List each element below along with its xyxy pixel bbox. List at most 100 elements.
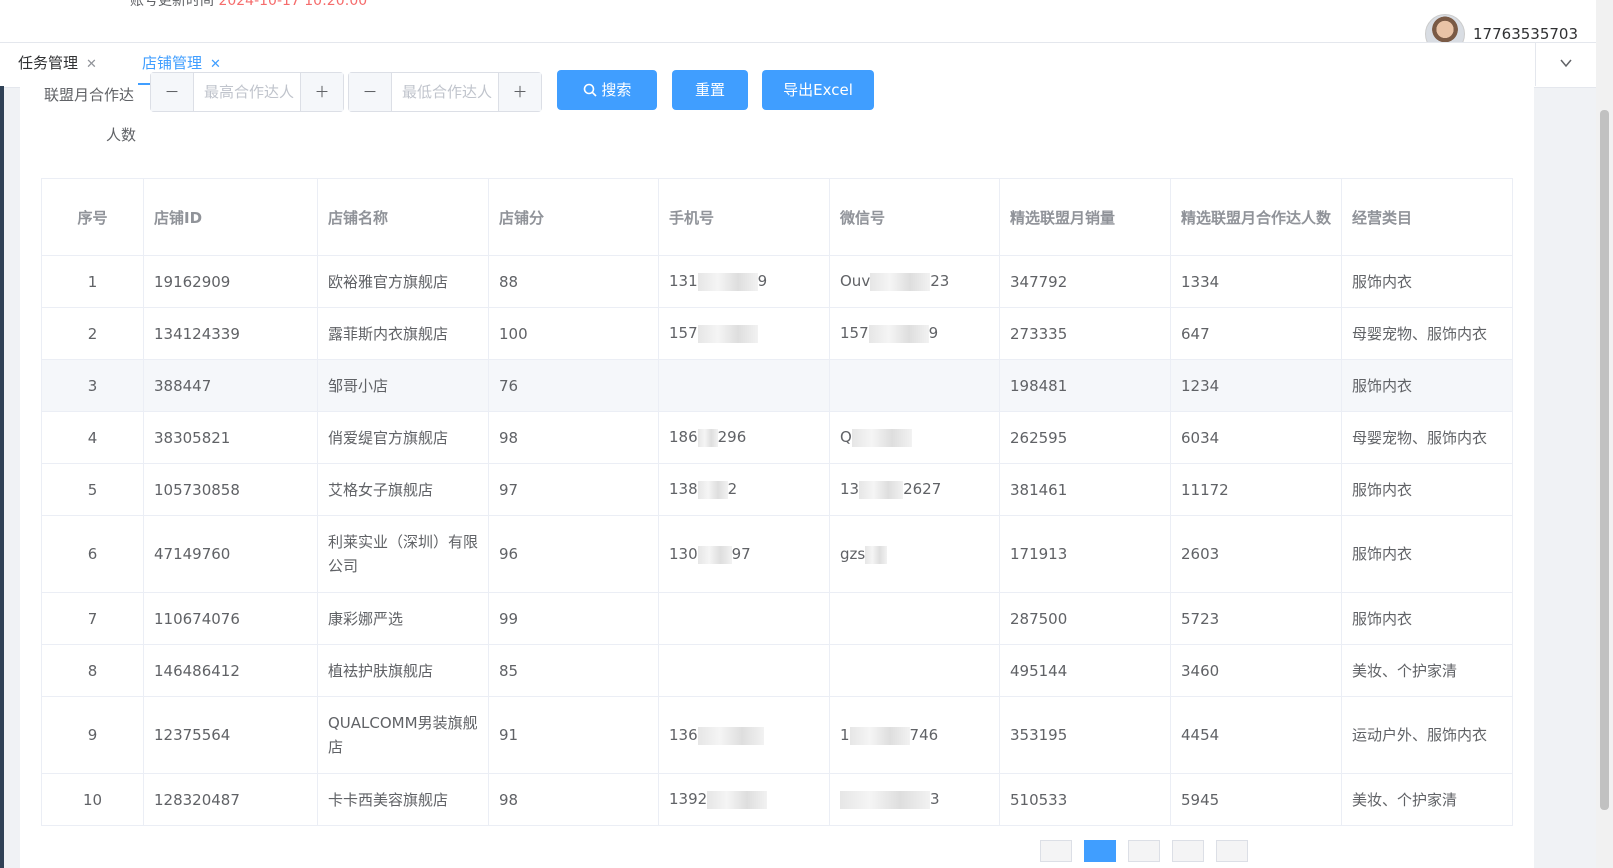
redaction-blur [697, 545, 732, 564]
search-button[interactable]: 搜索 [557, 70, 657, 110]
cell-index: 3 [41, 359, 144, 412]
close-icon[interactable]: ✕ [210, 57, 221, 72]
cell-shop-name: 利莱实业（深圳）有限公司 [317, 515, 489, 593]
cell-talents: 5723 [1170, 592, 1342, 645]
close-icon[interactable]: ✕ [86, 57, 97, 72]
reset-button[interactable]: 重置 [672, 70, 748, 110]
cell-category: 服饰内衣 [1341, 255, 1513, 308]
cell-phone [658, 644, 830, 697]
col-header-shop-id[interactable]: 店铺ID [143, 178, 318, 256]
wechat-prefix: 1 [840, 726, 850, 744]
col-header-shop-score[interactable]: 店铺分 [488, 178, 659, 256]
cell-category: 服饰内衣 [1341, 592, 1513, 645]
cell-shop-name: 邹哥小店 [317, 359, 489, 412]
table-row[interactable]: 4 38305821 俏爱缇官方旗舰店 98 186 296 Q 262595 6… [41, 411, 1513, 464]
page-item[interactable] [1172, 840, 1204, 862]
cell-wechat: Q [829, 411, 1000, 464]
col-header-index[interactable]: 序号 [41, 178, 144, 256]
table-row[interactable]: 1 19162909 欧裕雅官方旗舰店 88 131 9 Ouv 23 347792… [41, 255, 1513, 308]
cell-category: 服饰内衣 [1341, 463, 1513, 516]
redaction-blur [849, 726, 910, 745]
cell-category: 运动户外、服饰内衣 [1341, 696, 1513, 774]
cell-phone: 131 9 [658, 255, 830, 308]
scrollbar-thumb[interactable] [1600, 110, 1609, 810]
col-header-phone[interactable]: 手机号 [658, 178, 830, 256]
table-row[interactable]: 6 47149760 利莱实业（深圳）有限公司 96 130 97 gzs 171… [41, 515, 1513, 593]
cell-talents: 1234 [1170, 359, 1342, 412]
cell-phone: 186 296 [658, 411, 830, 464]
wechat-prefix: Q [840, 428, 852, 447]
wechat-suffix: 746 [909, 726, 939, 744]
search-icon [583, 81, 602, 99]
wechat-suffix: 23 [930, 272, 950, 291]
phone-prefix: 138 [669, 480, 698, 499]
username[interactable]: 17763535703 [1473, 25, 1578, 43]
table-row[interactable]: 7 110674076 康彩娜严选 99 287500 5723 服饰内衣 [41, 592, 1513, 645]
page-prev[interactable] [1040, 840, 1072, 862]
table-row[interactable]: 10 128320487 卡卡西美容旗舰店 98 1392 3 510533 5… [41, 773, 1513, 826]
scrollbar[interactable] [1596, 0, 1613, 868]
page-item[interactable] [1216, 840, 1248, 862]
decrement-button[interactable]: － [151, 73, 194, 111]
cell-category: 服饰内衣 [1341, 359, 1513, 412]
increment-button[interactable]: ＋ [498, 73, 541, 111]
phone-prefix: 1392 [669, 790, 708, 809]
cell-phone: 130 97 [658, 515, 830, 593]
min-talents-stepper[interactable]: － 最低合作达人 ＋ [348, 72, 542, 112]
col-header-monthly-sales[interactable]: 精选联盟月销量 [999, 178, 1171, 256]
table-row[interactable]: 9 12375564 QUALCOMM男装旗舰店 91 136 1 746 353… [41, 696, 1513, 774]
phone-suffix: 9 [757, 272, 768, 291]
cell-index: 2 [41, 307, 144, 360]
cell-wechat [829, 359, 1000, 412]
cell-shop-id: 19162909 [143, 255, 318, 308]
cell-phone: 157 [658, 307, 830, 360]
shop-table: 序号 店铺ID 店铺名称 店铺分 手机号 微信号 精选联盟月销量 精选联盟月合作… [41, 178, 1513, 826]
cell-index: 7 [41, 592, 144, 645]
max-talents-input[interactable]: 最高合作达人 [194, 73, 300, 111]
cell-talents: 4454 [1170, 696, 1342, 774]
redaction-blur [697, 272, 758, 291]
min-talents-input[interactable]: 最低合作达人 [392, 73, 498, 111]
col-header-monthly-talents[interactable]: 精选联盟月合作达人数 [1170, 178, 1342, 256]
table-row[interactable]: 8 146486412 植袪护肤旗舰店 85 495144 3460 美妆、个护… [41, 644, 1513, 697]
page-item[interactable] [1128, 840, 1160, 862]
redaction-blur [697, 480, 728, 499]
increment-button[interactable]: ＋ [300, 73, 343, 111]
cell-shop-name: 欧裕雅官方旗舰店 [317, 255, 489, 308]
page-current[interactable] [1084, 840, 1116, 862]
cell-score: 99 [488, 592, 659, 645]
top-header: 账号更新时间 2024-10-17 10:20:00 17763535703 [0, 0, 1596, 54]
export-excel-button[interactable]: 导出Excel [762, 70, 874, 110]
table-row[interactable]: 3 388447 邹哥小店 76 198481 1234 服饰内衣 [41, 359, 1513, 412]
cell-category: 美妆、个护家清 [1341, 644, 1513, 697]
cell-sales: 381461 [999, 463, 1171, 516]
redaction-blur [851, 428, 912, 447]
cell-wechat: 157 9 [829, 307, 1000, 360]
cell-index: 8 [41, 644, 144, 697]
notice-time: 2024-10-17 10:20:00 [218, 0, 368, 9]
col-header-shop-name[interactable]: 店铺名称 [317, 178, 489, 256]
cell-sales: 171913 [999, 515, 1171, 593]
phone-prefix: 157 [669, 324, 698, 343]
cell-index: 9 [41, 696, 144, 774]
cell-phone: 1392 [658, 773, 830, 826]
tab-label: 店铺管理 [142, 54, 203, 72]
cell-shop-name: QUALCOMM男装旗舰店 [317, 696, 489, 774]
cell-index: 4 [41, 411, 144, 464]
cell-shop-id: 146486412 [143, 644, 318, 697]
tab-task-management[interactable]: 任务管理 ✕ [14, 43, 101, 83]
cell-shop-name: 康彩娜严选 [317, 592, 489, 645]
max-talents-stepper[interactable]: － 最高合作达人 ＋ [150, 72, 344, 112]
cell-category: 服饰内衣 [1341, 515, 1513, 593]
cell-shop-id: 105730858 [143, 463, 318, 516]
cell-shop-id: 388447 [143, 359, 318, 412]
table-row[interactable]: 5 105730858 艾格女子旗舰店 97 138 2 13 2627 38146… [41, 463, 1513, 516]
col-header-category[interactable]: 经营类目 [1341, 178, 1513, 256]
phone-prefix: 130 [669, 545, 698, 563]
table-row[interactable]: 2 134124339 露菲斯内衣旗舰店 100 157 157 9 273335… [41, 307, 1513, 360]
col-header-wechat[interactable]: 微信号 [829, 178, 1000, 256]
cell-wechat: Ouv 23 [829, 255, 1000, 308]
decrement-button[interactable]: － [349, 73, 392, 111]
chevron-down-icon[interactable] [1535, 43, 1596, 86]
redaction-blur [697, 324, 758, 343]
